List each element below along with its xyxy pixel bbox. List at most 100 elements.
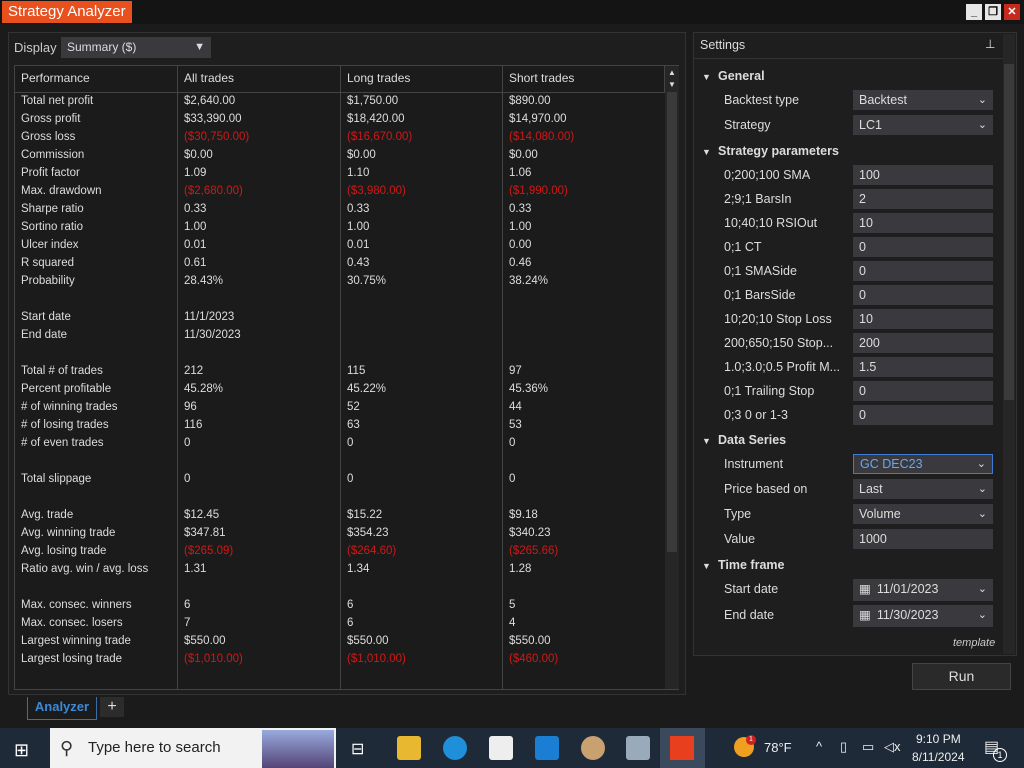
section-general[interactable]: ▼ General <box>702 69 765 83</box>
param-dropdown[interactable]: Backtest ⌄ <box>853 90 993 110</box>
template-link[interactable]: template <box>953 637 995 649</box>
monitor-icon[interactable] <box>626 736 650 760</box>
row-value: 0 <box>184 437 191 449</box>
header-performance[interactable]: Performance <box>15 66 178 93</box>
notification-count: 1 <box>993 748 1007 762</box>
search-icon: ⚲ <box>60 738 74 758</box>
param-input[interactable]: 0 <box>853 381 993 401</box>
row-label: Largest losing trade <box>21 653 123 665</box>
settings-scrollbar[interactable] <box>1003 34 1015 654</box>
table-scrollbar[interactable]: ▲ ▼ <box>665 66 679 689</box>
scroll-up-icon[interactable]: ▲ <box>668 68 676 77</box>
meet-now-icon[interactable]: ▯ <box>840 739 847 755</box>
param-input[interactable]: 10 <box>853 213 993 233</box>
param-dropdown[interactable]: Last ⌄ <box>853 479 993 499</box>
section-data-series[interactable]: ▼ Data Series <box>702 433 786 447</box>
header-long-trades[interactable]: Long trades <box>341 66 503 93</box>
param-value: 10 <box>859 216 873 230</box>
header-all-trades[interactable]: All trades <box>178 66 341 93</box>
param-input[interactable]: 0 <box>853 237 993 257</box>
store-icon[interactable] <box>489 736 513 760</box>
row-value: 38.24% <box>509 275 549 287</box>
clock-time[interactable]: 9:10 PM <box>916 732 961 746</box>
section-time-frame[interactable]: ▼ Time frame <box>702 558 784 572</box>
param-dropdown[interactable]: GC DEC23 ⌄ <box>853 454 993 474</box>
row-value: $0.00 <box>347 149 376 161</box>
row-value: $18,420.00 <box>347 113 405 125</box>
param-dropdown[interactable]: Volume ⌄ <box>853 504 993 524</box>
header-short-trades[interactable]: Short trades <box>503 66 665 93</box>
param-value: 0 <box>859 288 866 302</box>
volume-muted-icon[interactable]: ◁x <box>884 739 901 755</box>
calendar-icon[interactable]: ▦ <box>859 582 871 596</box>
add-tab-button[interactable]: + <box>100 697 124 717</box>
ninjatrader-icon <box>670 736 694 760</box>
param-dropdown[interactable]: ▦ 11/30/2023 ⌄ <box>853 605 993 627</box>
row-value: $14,970.00 <box>509 113 567 125</box>
param-value: 11/01/2023 <box>876 582 939 596</box>
row-value: 97 <box>509 365 522 377</box>
row-label: Avg. winning trade <box>21 527 116 539</box>
display-label: Display <box>14 40 57 55</box>
row-value: ($1,010.00) <box>347 653 406 665</box>
clock-date[interactable]: 8/11/2024 <box>912 750 965 764</box>
param-label: Type <box>724 507 752 521</box>
row-value: 1.00 <box>184 221 207 233</box>
collapse-triangle-icon[interactable]: ▼ <box>702 147 718 157</box>
ninjatrader-taskbar-button[interactable] <box>660 728 705 768</box>
param-input[interactable]: 1.5 <box>853 357 993 377</box>
paint-icon[interactable] <box>581 736 605 760</box>
divider <box>694 58 1004 59</box>
param-label: Start date <box>724 582 779 596</box>
task-view-icon[interactable]: ⊟ <box>351 739 364 759</box>
row-value: 52 <box>347 401 360 413</box>
collapse-triangle-icon[interactable]: ▼ <box>702 436 718 446</box>
row-value: 11/30/2023 <box>184 329 241 341</box>
param-input[interactable]: 10 <box>853 309 993 329</box>
pin-icon[interactable]: ⊥ <box>985 37 995 51</box>
row-value: 0 <box>347 437 354 449</box>
row-label: Largest winning trade <box>21 635 131 647</box>
row-label: Avg. losing trade <box>21 545 107 557</box>
param-input[interactable]: 0 <box>853 261 993 281</box>
param-value: 10 <box>859 312 873 326</box>
collapse-triangle-icon[interactable]: ▼ <box>702 561 718 571</box>
row-label: R squared <box>21 257 75 269</box>
mail-icon[interactable] <box>535 736 559 760</box>
param-input[interactable]: 100 <box>853 165 993 185</box>
minimize-button[interactable]: _ <box>966 4 982 20</box>
row-value: $347.81 <box>184 527 226 539</box>
display-select[interactable]: Summary ($) ▼ <box>61 37 211 58</box>
param-input[interactable]: 1000 <box>853 529 993 549</box>
row-label: Probability <box>21 275 75 287</box>
scroll-thumb[interactable] <box>1004 64 1014 400</box>
edge-icon[interactable] <box>443 736 467 760</box>
param-label: 0;1 SMASide <box>724 264 797 278</box>
row-value: 11/1/2023 <box>184 311 235 323</box>
weather-temp[interactable]: 78°F <box>764 740 792 755</box>
network-icon[interactable]: ▭ <box>862 739 874 755</box>
file-explorer-icon[interactable] <box>397 736 421 760</box>
param-dropdown[interactable]: ▦ 11/01/2023 ⌄ <box>853 579 993 601</box>
display-value: Summary ($) <box>67 40 137 54</box>
row-value: ($2,680.00) <box>184 185 243 197</box>
chevron-up-icon[interactable]: ^ <box>816 739 822 754</box>
calendar-icon[interactable]: ▦ <box>859 608 871 622</box>
section-strategy-parameters[interactable]: ▼ Strategy parameters <box>702 144 839 158</box>
param-input[interactable]: 200 <box>853 333 993 353</box>
param-input[interactable]: 2 <box>853 189 993 209</box>
restore-button[interactable]: ❐ <box>985 4 1001 20</box>
windows-start-icon[interactable]: ⊞ <box>14 740 29 761</box>
close-button[interactable]: ✕ <box>1004 4 1020 20</box>
tab-analyzer[interactable]: Analyzer <box>27 697 97 720</box>
param-dropdown[interactable]: LC1 ⌄ <box>853 115 993 135</box>
param-input[interactable]: 0 <box>853 405 993 425</box>
row-value: 45.28% <box>184 383 224 395</box>
row-value: $890.00 <box>509 95 551 107</box>
row-label: # of losing trades <box>21 419 109 431</box>
param-input[interactable]: 0 <box>853 285 993 305</box>
scroll-thumb[interactable] <box>667 92 677 552</box>
scroll-down-icon[interactable]: ▼ <box>668 80 676 89</box>
collapse-triangle-icon[interactable]: ▼ <box>702 72 718 82</box>
run-button[interactable]: Run <box>912 663 1011 690</box>
